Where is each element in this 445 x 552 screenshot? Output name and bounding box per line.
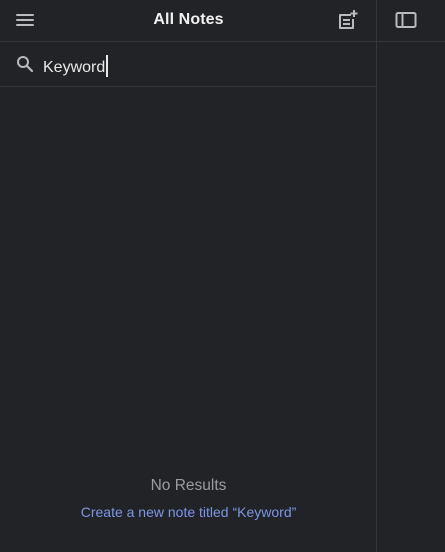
page-title: All Notes — [153, 11, 224, 28]
new-note-icon — [339, 10, 358, 29]
notes-app: All Notes Keyword No Results Create a ne… — [0, 0, 445, 552]
text-cursor — [106, 55, 108, 77]
list-header: All Notes — [0, 0, 377, 42]
no-results-label: No Results — [150, 477, 227, 494]
search-icon — [17, 56, 34, 73]
search-bar[interactable]: Keyword — [0, 43, 377, 87]
search-input[interactable]: Keyword — [43, 55, 108, 77]
notes-list-pane: All Notes Keyword No Results Create a ne… — [0, 0, 377, 552]
side-header — [377, 0, 445, 42]
create-note-link[interactable]: Create a new note titled “Keyword” — [0, 504, 377, 520]
search-input-value: Keyword — [43, 59, 106, 76]
editor-side-pane — [377, 0, 445, 552]
new-note-button[interactable] — [333, 5, 363, 35]
sidebar-toggle-icon — [395, 12, 417, 28]
sidebar-toggle-button[interactable] — [391, 6, 421, 34]
